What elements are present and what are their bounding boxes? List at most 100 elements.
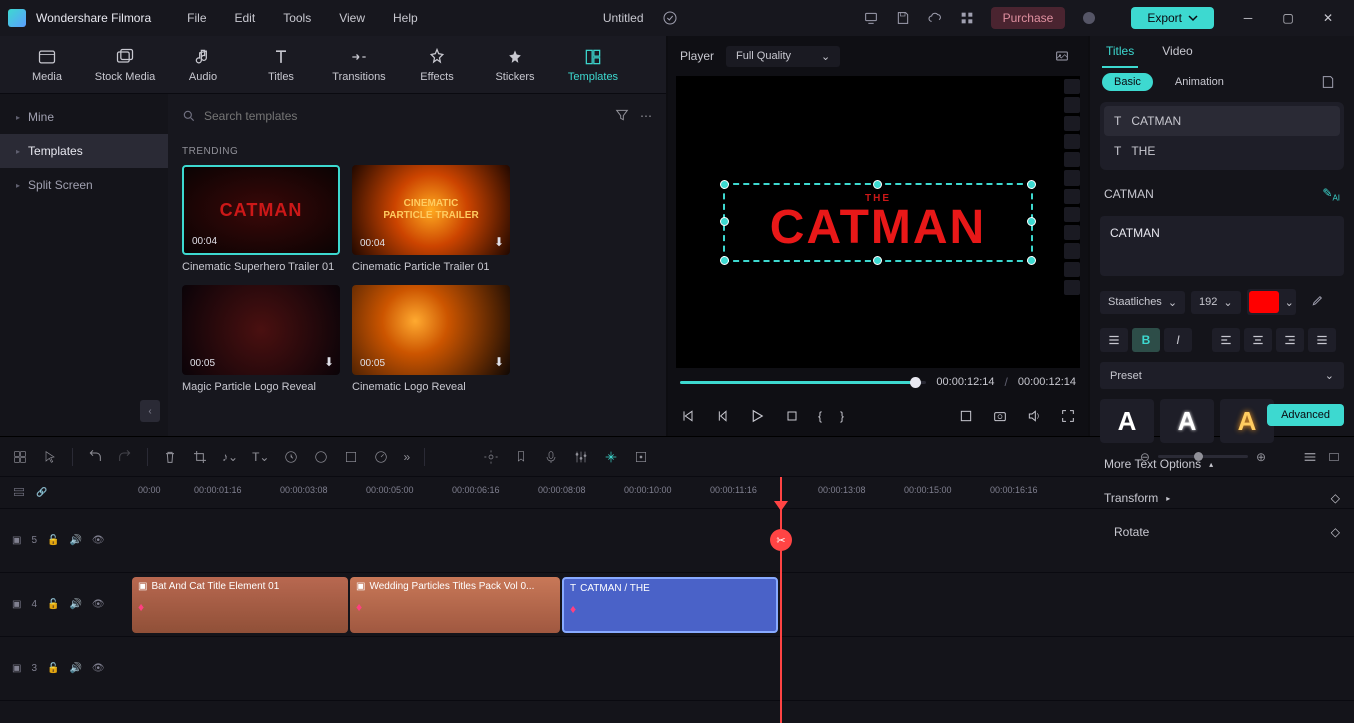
tab-titles[interactable]: Titles — [1102, 36, 1138, 68]
add-track-icon[interactable] — [12, 485, 26, 501]
visibility-icon[interactable]: 👁 — [92, 663, 105, 674]
marker-icon[interactable] — [513, 449, 529, 465]
purchase-button[interactable]: Purchase — [991, 7, 1066, 29]
lock-icon[interactable]: 🔓 — [47, 663, 59, 674]
align-right-button[interactable] — [1276, 328, 1304, 352]
undo-icon[interactable] — [87, 449, 103, 465]
tool-audio[interactable]: Audio — [164, 41, 242, 89]
template-card[interactable]: CATMAN00:04 Cinematic Superhero Trailer … — [182, 165, 340, 273]
volume-icon[interactable] — [1026, 408, 1042, 424]
stop-button[interactable] — [784, 408, 800, 424]
timeline-clip[interactable]: ▣Wedding Particles Titles Pack Vol 0...♦ — [350, 577, 560, 633]
green-screen-icon[interactable] — [343, 449, 359, 465]
redo-icon[interactable] — [117, 449, 133, 465]
save-preset-icon[interactable] — [1314, 68, 1342, 96]
template-card[interactable]: 00:05⬇ Magic Particle Logo Reveal — [182, 285, 340, 393]
resize-handle[interactable] — [720, 256, 729, 265]
template-card[interactable]: CINEMATICPARTICLE TRAILER00:04⬇ Cinemati… — [352, 165, 510, 273]
prev-button[interactable] — [680, 408, 696, 424]
speed-icon[interactable] — [283, 449, 299, 465]
italic-button[interactable]: I — [1164, 328, 1192, 352]
speed-ramp-icon[interactable] — [373, 449, 389, 465]
visibility-icon[interactable]: 👁 — [92, 599, 105, 610]
lock-icon[interactable]: 🔓 — [47, 599, 59, 610]
text-input[interactable]: CATMAN — [1100, 216, 1344, 276]
playhead[interactable] — [780, 477, 782, 723]
quality-select[interactable]: Full Quality⌄ — [726, 46, 840, 67]
menu-edit[interactable]: Edit — [223, 7, 268, 29]
visibility-icon[interactable]: 👁 — [92, 535, 105, 546]
zoom-slider[interactable] — [1158, 455, 1248, 458]
layer-item[interactable]: TTHE — [1104, 136, 1340, 166]
resize-handle[interactable] — [1027, 217, 1036, 226]
resize-handle[interactable] — [720, 180, 729, 189]
font-select[interactable]: Staatliches⌄ — [1100, 291, 1185, 314]
link-icon[interactable]: 🔗 — [36, 487, 47, 498]
preset-item[interactable]: A — [1220, 399, 1274, 443]
more-tools-icon[interactable]: » — [403, 450, 410, 464]
maximize-button[interactable]: ▢ — [1270, 4, 1306, 32]
preview-area[interactable]: THE CATMAN — [676, 76, 1080, 368]
camera-icon[interactable] — [992, 408, 1008, 424]
save-icon[interactable] — [889, 4, 917, 32]
play-button[interactable] — [748, 407, 766, 425]
preset-select[interactable]: Preset⌄ — [1100, 362, 1344, 389]
resize-handle[interactable] — [720, 217, 729, 226]
step-back-button[interactable] — [714, 408, 730, 424]
bold-button[interactable]: B — [1132, 328, 1160, 352]
resize-handle[interactable] — [873, 256, 882, 265]
mute-icon[interactable]: 🔊 — [69, 663, 81, 674]
sidebar-item-mine[interactable]: Mine — [0, 100, 168, 134]
marker-list-icon[interactable] — [483, 449, 499, 465]
preset-item[interactable]: A — [1160, 399, 1214, 443]
tab-video[interactable]: Video — [1158, 36, 1196, 68]
tool-titles[interactable]: Titles — [242, 41, 320, 89]
audio-edit-icon[interactable]: ♪⌄ — [222, 450, 238, 464]
mark-in-button[interactable]: { — [818, 409, 822, 423]
resize-handle[interactable] — [873, 180, 882, 189]
eyedropper-icon[interactable] — [1302, 288, 1330, 316]
mark-out-button[interactable]: } — [840, 409, 844, 423]
subtab-basic[interactable]: Basic — [1102, 73, 1153, 91]
subtab-animation[interactable]: Animation — [1163, 73, 1236, 91]
lock-icon[interactable]: 🔓 — [47, 535, 59, 546]
layout-icon[interactable] — [12, 449, 28, 465]
snap-icon[interactable] — [603, 449, 619, 465]
track-row[interactable] — [130, 637, 1354, 701]
align-left-button[interactable] — [1212, 328, 1240, 352]
menu-help[interactable]: Help — [381, 7, 430, 29]
snapshot-icon[interactable] — [1048, 42, 1076, 70]
menu-tools[interactable]: Tools — [271, 7, 323, 29]
menu-file[interactable]: File — [175, 7, 218, 29]
avatar[interactable] — [1075, 4, 1103, 32]
mute-icon[interactable]: 🔊 — [69, 535, 81, 546]
minimize-button[interactable]: ─ — [1230, 4, 1266, 32]
tool-stock-media[interactable]: Stock Media — [86, 41, 164, 89]
size-select[interactable]: 192⌄ — [1191, 291, 1241, 314]
ai-icon[interactable]: ✎AI — [1322, 186, 1340, 202]
close-button[interactable]: ✕ — [1310, 4, 1346, 32]
time-ruler[interactable]: 00:00 00:00:01:16 00:00:03:08 00:00:05:0… — [130, 477, 1354, 509]
fullscreen-icon[interactable] — [1060, 408, 1076, 424]
track-row[interactable]: ▣Bat And Cat Title Element 01♦ ▣Wedding … — [130, 573, 1354, 637]
spacing-button[interactable] — [1100, 328, 1128, 352]
tool-effects[interactable]: Effects — [398, 41, 476, 89]
grid-icon[interactable] — [953, 4, 981, 32]
preset-item[interactable]: A — [1100, 399, 1154, 443]
tool-transitions[interactable]: Transitions — [320, 41, 398, 89]
crop-icon[interactable] — [958, 408, 974, 424]
download-icon[interactable]: ⬇ — [494, 355, 504, 369]
scrubber[interactable] — [680, 381, 926, 384]
sidebar-item-split-screen[interactable]: Split Screen — [0, 168, 168, 202]
download-icon[interactable]: ⬇ — [324, 355, 334, 369]
more-icon[interactable]: ⋯ — [640, 109, 652, 123]
delete-icon[interactable] — [162, 449, 178, 465]
tool-stickers[interactable]: Stickers — [476, 41, 554, 89]
align-justify-button[interactable] — [1308, 328, 1336, 352]
frame-icon[interactable] — [633, 449, 649, 465]
filter-icon[interactable] — [614, 107, 630, 126]
search-input[interactable] — [182, 109, 604, 123]
audio-mixer-icon[interactable] — [573, 449, 589, 465]
split-button[interactable]: ✂ — [770, 529, 792, 551]
tool-templates[interactable]: Templates — [554, 41, 632, 89]
